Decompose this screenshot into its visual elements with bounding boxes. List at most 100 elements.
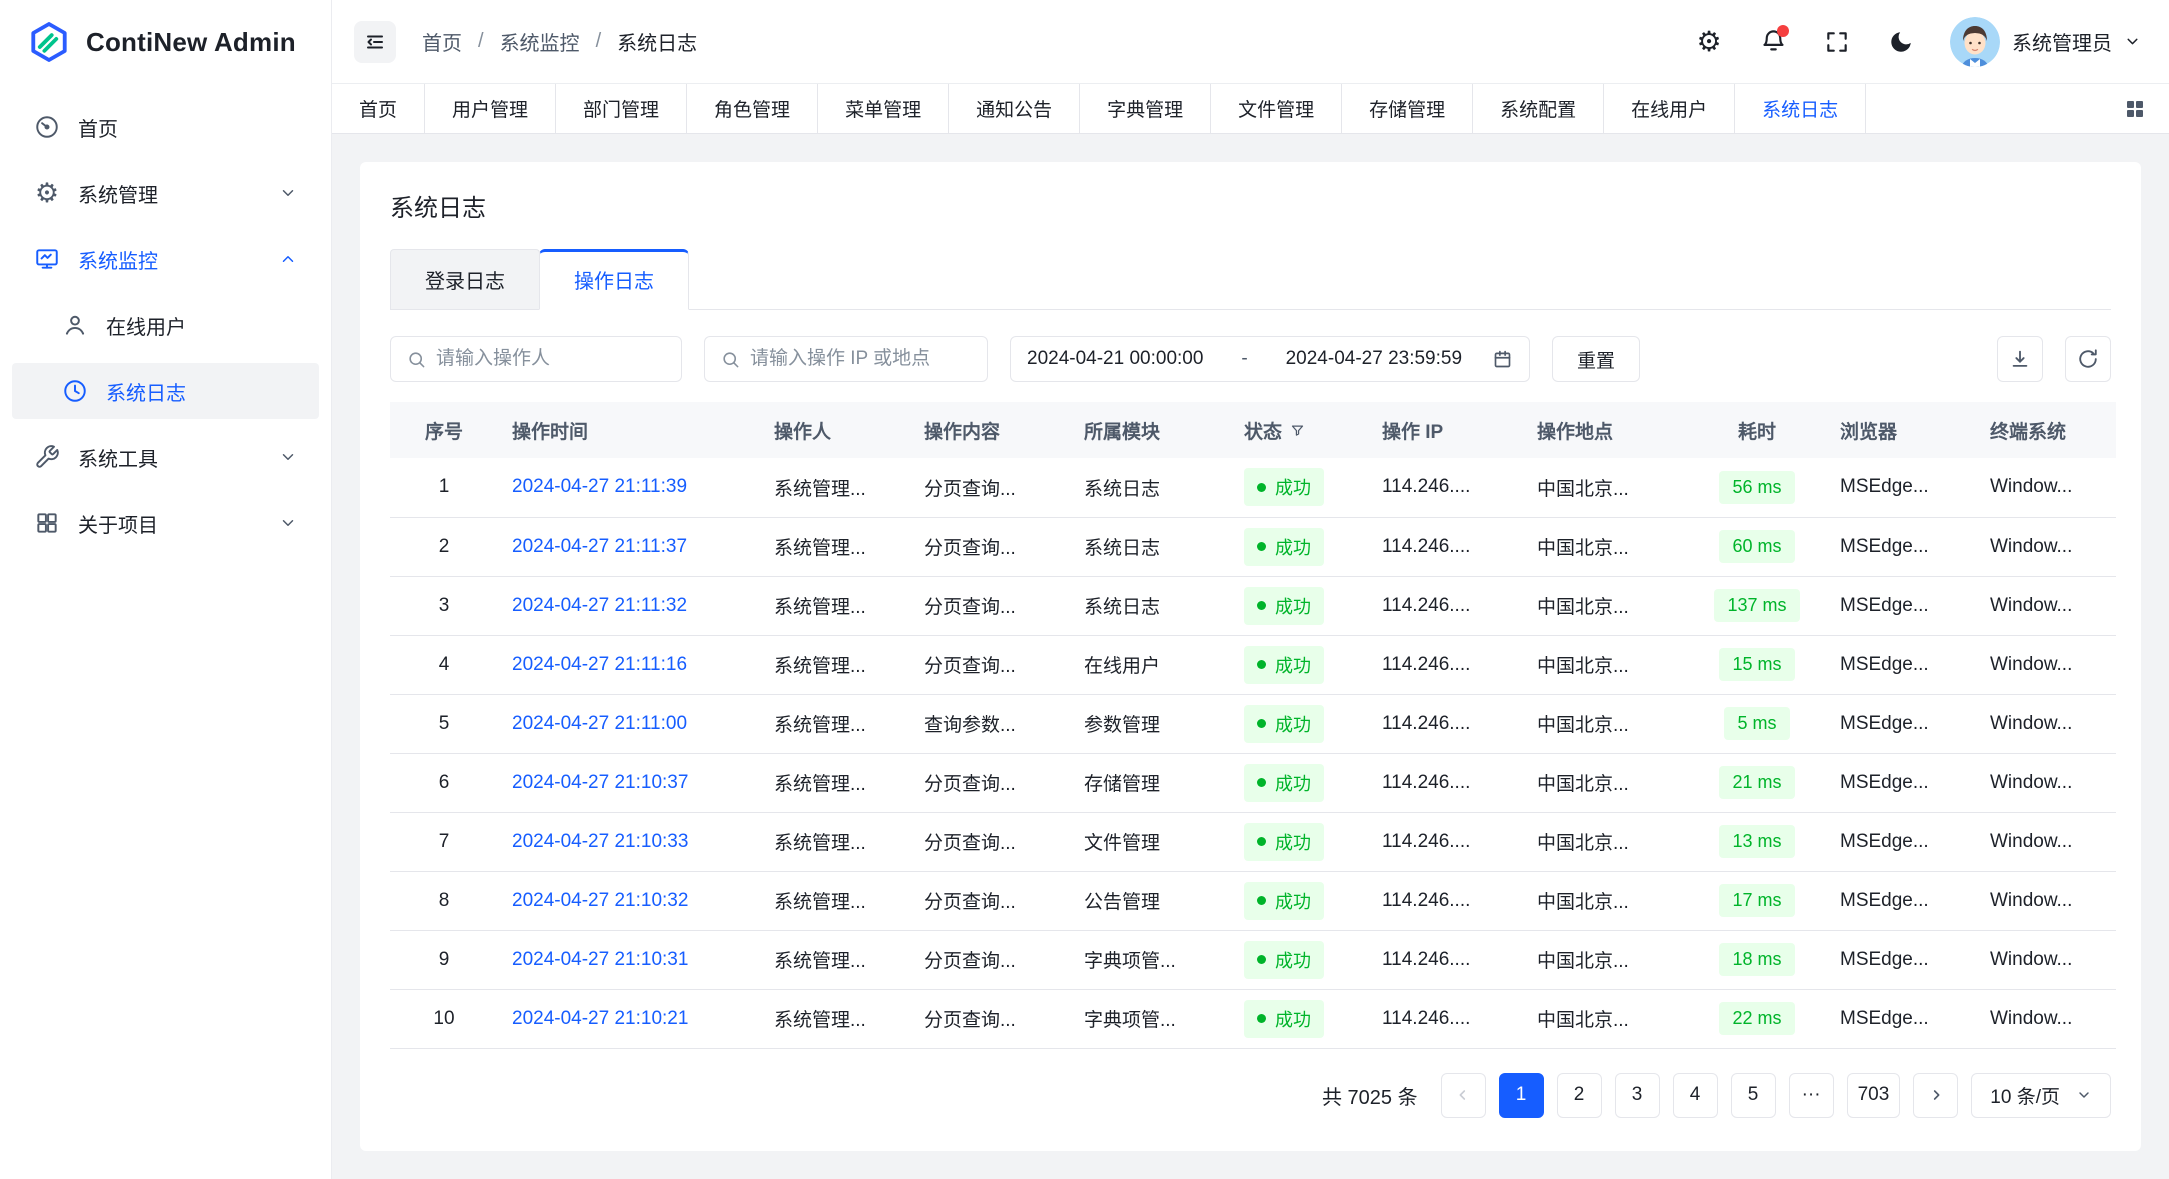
page-button-4[interactable]: 4	[1673, 1073, 1718, 1118]
cell-browser: MSEdge...	[1826, 930, 1976, 989]
sidebar: ContiNew Admin 首页 ⚙ 系统管理	[0, 0, 332, 1179]
page-size-select[interactable]: 10 条/页	[1971, 1073, 2111, 1118]
tab-menu-management[interactable]: 菜单管理	[818, 84, 949, 133]
breadcrumb-home[interactable]: 首页	[422, 27, 462, 56]
timestamp-link[interactable]: 2024-04-27 21:11:32	[512, 595, 687, 616]
table-row: 10 2024-04-27 21:10:21 系统管理... 分页查询... 字…	[390, 989, 2116, 1048]
timestamp-link[interactable]: 2024-04-27 21:11:37	[512, 536, 687, 557]
sidebar-item-online-users[interactable]: 在线用户	[12, 297, 319, 353]
tab-user-management[interactable]: 用户管理	[425, 84, 556, 133]
ip-search-input[interactable]	[750, 348, 971, 370]
clock-icon	[62, 378, 88, 404]
cell-time: 2024-04-27 21:11:00	[498, 694, 760, 753]
table-row: 4 2024-04-27 21:11:16 系统管理... 分页查询... 在线…	[390, 635, 2116, 694]
status-text: 成功	[1275, 947, 1311, 973]
download-icon[interactable]	[1997, 336, 2043, 382]
date-separator: -	[1233, 348, 1255, 370]
cell-index: 6	[390, 753, 498, 812]
cell-operator: 系统管理...	[760, 694, 910, 753]
sidebar-item-system-monitor[interactable]: 系统监控	[12, 231, 319, 287]
tab-notice[interactable]: 通知公告	[949, 84, 1080, 133]
tab-storage-management[interactable]: 存储管理	[1342, 84, 1473, 133]
page-title: 系统日志	[390, 188, 2111, 223]
fullscreen-icon[interactable]	[1822, 27, 1852, 57]
filter-funnel-icon[interactable]	[1290, 423, 1305, 438]
status-badge: 成功	[1244, 941, 1324, 979]
table-row: 5 2024-04-27 21:11:00 系统管理... 查询参数... 参数…	[390, 694, 2116, 753]
timestamp-link[interactable]: 2024-04-27 21:11:39	[512, 476, 687, 497]
cell-module: 公告管理	[1070, 871, 1230, 930]
cell-browser: MSEdge...	[1826, 694, 1976, 753]
page-button-2[interactable]: 2	[1557, 1073, 1602, 1118]
timestamp-link[interactable]: 2024-04-27 21:10:21	[512, 1008, 688, 1029]
tab-file-management[interactable]: 文件管理	[1211, 84, 1342, 133]
date-range-picker[interactable]: 2024-04-21 00:00:00 - 2024-04-27 23:59:5…	[1010, 336, 1530, 382]
timestamp-link[interactable]: 2024-04-27 21:10:37	[512, 772, 688, 793]
cell-duration: 137 ms	[1688, 576, 1826, 635]
tab-login-log[interactable]: 登录日志	[390, 249, 540, 309]
grid-icon	[34, 510, 60, 536]
timestamp-link[interactable]: 2024-04-27 21:10:33	[512, 831, 688, 852]
cell-module: 系统日志	[1070, 576, 1230, 635]
refresh-icon[interactable]	[2065, 336, 2111, 382]
prev-page-button[interactable]	[1441, 1073, 1486, 1118]
breadcrumb-system-monitor[interactable]: 系统监控	[500, 27, 580, 56]
cell-ip: 114.246....	[1368, 871, 1523, 930]
page-button-1[interactable]: 1	[1499, 1073, 1544, 1118]
status-badge: 成功	[1244, 528, 1324, 566]
table-row: 6 2024-04-27 21:10:37 系统管理... 分页查询... 存储…	[390, 753, 2116, 812]
timestamp-link[interactable]: 2024-04-27 21:11:16	[512, 654, 687, 675]
page-ellipsis-button[interactable]: ···	[1789, 1073, 1834, 1118]
reset-button[interactable]: 重置	[1552, 336, 1640, 382]
cell-operator: 系统管理...	[760, 930, 910, 989]
tab-operation-log[interactable]: 操作日志	[539, 249, 689, 310]
duration-badge: 15 ms	[1719, 648, 1794, 681]
status-text: 成功	[1275, 1006, 1311, 1032]
monitor-icon	[34, 246, 60, 272]
cell-location: 中国北京...	[1523, 576, 1688, 635]
timestamp-link[interactable]: 2024-04-27 21:11:00	[512, 713, 687, 734]
sidebar-item-system-tools[interactable]: 系统工具	[12, 429, 319, 485]
cell-content: 分页查询...	[910, 989, 1070, 1048]
cell-location: 中国北京...	[1523, 635, 1688, 694]
status-dot-icon	[1257, 542, 1266, 551]
tab-system-config[interactable]: 系统配置	[1473, 84, 1604, 133]
timestamp-link[interactable]: 2024-04-27 21:10:31	[512, 949, 688, 970]
cell-operator: 系统管理...	[760, 812, 910, 871]
operator-search-input[interactable]	[436, 348, 665, 370]
next-page-button[interactable]	[1913, 1073, 1958, 1118]
apps-grid-icon[interactable]	[2101, 84, 2169, 133]
moon-icon[interactable]	[1886, 27, 1916, 57]
timestamp-link[interactable]: 2024-04-27 21:10:32	[512, 890, 688, 911]
cell-index: 5	[390, 694, 498, 753]
page-button-703[interactable]: 703	[1847, 1073, 1901, 1118]
sidebar-item-system-management[interactable]: ⚙ 系统管理	[12, 165, 319, 221]
page-size-value: 10 条/页	[1990, 1082, 2060, 1109]
logo[interactable]: ContiNew Admin	[0, 0, 331, 84]
tab-online-users[interactable]: 在线用户	[1604, 84, 1735, 133]
tab-system-log[interactable]: 系统日志	[1735, 84, 1866, 133]
sidebar-item-about-project[interactable]: 关于项目	[12, 495, 319, 551]
page-button-3[interactable]: 3	[1615, 1073, 1660, 1118]
cell-browser: MSEdge...	[1826, 871, 1976, 930]
sidebar-item-system-log[interactable]: 系统日志	[12, 363, 319, 419]
bell-icon[interactable]	[1758, 27, 1788, 57]
top-bar: 首页 / 系统监控 / 系统日志 ⚙	[332, 0, 2169, 84]
status-text: 成功	[1275, 711, 1311, 737]
gear-icon[interactable]: ⚙	[1694, 27, 1724, 57]
tab-dict-management[interactable]: 字典管理	[1080, 84, 1211, 133]
status-dot-icon	[1257, 837, 1266, 846]
page-button-5[interactable]: 5	[1731, 1073, 1776, 1118]
cell-ip: 114.246....	[1368, 989, 1523, 1048]
tab-home[interactable]: 首页	[332, 84, 425, 133]
tab-department-management[interactable]: 部门管理	[556, 84, 687, 133]
menu-fold-icon[interactable]	[354, 21, 396, 63]
user-menu[interactable]: 系统管理员	[1950, 17, 2141, 67]
sidebar-item-home[interactable]: 首页	[12, 99, 319, 155]
table-row: 2 2024-04-27 21:11:37 系统管理... 分页查询... 系统…	[390, 517, 2116, 576]
cell-ip: 114.246....	[1368, 458, 1523, 517]
cell-location: 中国北京...	[1523, 930, 1688, 989]
cell-content: 分页查询...	[910, 458, 1070, 517]
cell-time: 2024-04-27 21:10:21	[498, 989, 760, 1048]
tab-role-management[interactable]: 角色管理	[687, 84, 818, 133]
